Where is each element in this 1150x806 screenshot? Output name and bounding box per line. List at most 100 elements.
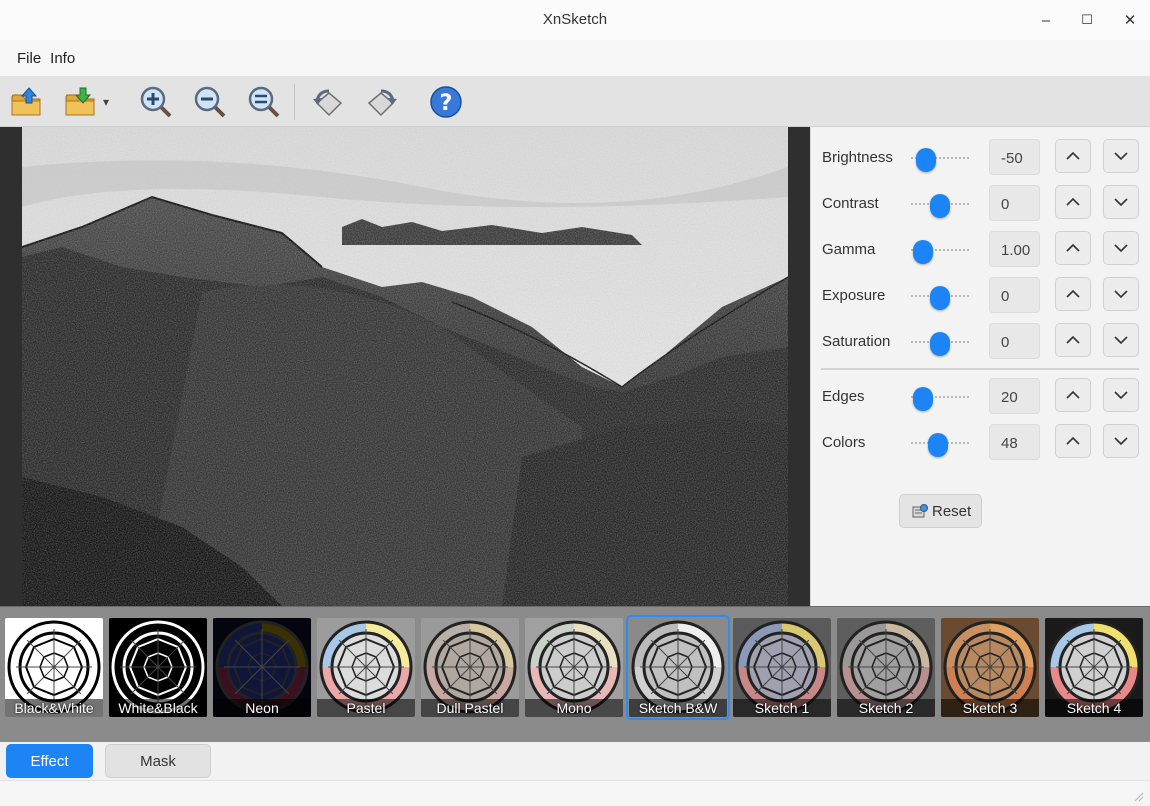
maximize-button[interactable]: ☐ xyxy=(1074,8,1100,32)
contrast-slider-knob[interactable] xyxy=(930,194,950,218)
reset-icon xyxy=(912,504,928,518)
minimize-button[interactable]: – xyxy=(1033,8,1059,32)
gamma-slider-knob[interactable] xyxy=(912,240,933,264)
effect-label: Sketch 1 xyxy=(733,699,831,717)
open-button[interactable] xyxy=(8,84,44,120)
colors-slider[interactable] xyxy=(911,433,969,457)
rotate-right-button[interactable] xyxy=(364,84,400,120)
effect-thumb[interactable]: Black&White xyxy=(5,618,103,717)
effect-thumb[interactable]: Dull Pastel xyxy=(421,618,519,717)
effect-label: White&Black xyxy=(109,699,207,717)
saturation-value[interactable]: 0 xyxy=(989,323,1040,359)
effect-thumb[interactable]: Sketch 4 xyxy=(1045,618,1143,717)
svg-text:?: ? xyxy=(440,91,453,116)
gamma-decrease-button[interactable] xyxy=(1103,231,1139,265)
close-button[interactable]: ✕ xyxy=(1117,8,1143,32)
effect-thumb[interactable]: Pastel xyxy=(317,618,415,717)
chevron-down-icon xyxy=(1114,244,1128,253)
help-icon: ? xyxy=(430,86,462,118)
zoom-fit-icon xyxy=(248,86,280,118)
effect-thumb[interactable]: Sketch 1 xyxy=(733,618,831,717)
saturation-label: Saturation xyxy=(822,333,891,350)
panel-divider xyxy=(821,368,1139,370)
contrast-label: Contrast xyxy=(822,195,879,212)
brightness-value[interactable]: -50 xyxy=(989,139,1040,175)
chevron-up-icon xyxy=(1066,151,1080,160)
contrast-decrease-button[interactable] xyxy=(1103,185,1139,219)
effect-label: Sketch 2 xyxy=(837,699,935,717)
tab-effect[interactable]: Effect xyxy=(6,744,93,778)
reset-button[interactable]: Reset xyxy=(899,494,982,528)
chevron-down-icon[interactable]: ▾ xyxy=(96,84,116,120)
rotate-left-button[interactable] xyxy=(310,84,346,120)
edges-slider-knob[interactable] xyxy=(912,387,933,411)
edges-decrease-button[interactable] xyxy=(1103,378,1139,412)
exposure-label: Exposure xyxy=(822,287,886,304)
edges-increase-button[interactable] xyxy=(1055,378,1091,412)
menu-file[interactable]: File xyxy=(17,50,41,67)
effect-label: Pastel xyxy=(317,699,415,717)
contrast-row: Contrast 0 xyxy=(811,184,1150,224)
menu-bar: File Info xyxy=(0,40,1150,76)
exposure-decrease-button[interactable] xyxy=(1103,277,1139,311)
effect-thumb[interactable]: Neon xyxy=(213,618,311,717)
edges-label: Edges xyxy=(822,388,865,405)
exposure-slider-knob[interactable] xyxy=(930,286,950,310)
menu-info[interactable]: Info xyxy=(50,50,75,67)
save-button[interactable] xyxy=(62,84,98,120)
contrast-slider[interactable] xyxy=(911,194,969,218)
image-canvas[interactable] xyxy=(0,127,810,606)
resize-grip-icon xyxy=(1134,792,1144,802)
zoom-out-button[interactable] xyxy=(192,84,228,120)
zoom-in-icon xyxy=(140,86,172,118)
effect-label: Neon xyxy=(213,699,311,717)
brightness-decrease-button[interactable] xyxy=(1103,139,1139,173)
chevron-up-icon xyxy=(1066,390,1080,399)
effect-thumb[interactable]: Mono xyxy=(525,618,623,717)
gamma-row: Gamma 1.00 xyxy=(811,230,1150,270)
colors-increase-button[interactable] xyxy=(1055,424,1091,458)
effects-strip: Black&White White&Black Neon Pastel Dull Pas… xyxy=(0,606,1150,742)
zoom-fit-button[interactable] xyxy=(246,84,282,120)
mode-tabs: Effect Mask xyxy=(0,742,1150,780)
chevron-down-icon xyxy=(1114,336,1128,345)
effect-thumb[interactable]: Sketch 3 xyxy=(941,618,1039,717)
gamma-increase-button[interactable] xyxy=(1055,231,1091,265)
effect-thumb[interactable]: Sketch B&W xyxy=(626,615,730,720)
edges-slider[interactable] xyxy=(911,387,969,411)
brightness-increase-button[interactable] xyxy=(1055,139,1091,173)
chevron-up-icon xyxy=(1066,197,1080,206)
exposure-increase-button[interactable] xyxy=(1055,277,1091,311)
rotate-right-icon xyxy=(367,89,397,117)
brightness-label: Brightness xyxy=(822,149,893,166)
tab-mask[interactable]: Mask xyxy=(105,744,211,778)
chevron-down-icon xyxy=(1114,437,1128,446)
brightness-slider-knob[interactable] xyxy=(915,148,936,172)
exposure-value[interactable]: 0 xyxy=(989,277,1040,313)
saturation-slider-knob[interactable] xyxy=(930,332,950,356)
effect-label: Black&White xyxy=(5,699,103,717)
contrast-value[interactable]: 0 xyxy=(989,185,1040,221)
saturation-slider[interactable] xyxy=(911,332,969,356)
chevron-up-icon xyxy=(1066,243,1080,252)
colors-label: Colors xyxy=(822,434,866,451)
exposure-slider[interactable] xyxy=(911,286,969,310)
saturation-increase-button[interactable] xyxy=(1055,323,1091,357)
save-icon xyxy=(65,87,95,116)
edges-row: Edges 20 xyxy=(811,377,1150,417)
effect-thumb[interactable]: White&Black xyxy=(109,618,207,717)
help-button[interactable]: ? xyxy=(428,84,464,120)
brightness-slider[interactable] xyxy=(911,148,969,172)
effect-thumb[interactable]: Sketch 2 xyxy=(837,618,935,717)
gamma-value[interactable]: 1.00 xyxy=(989,231,1040,267)
colors-value[interactable]: 48 xyxy=(989,424,1040,460)
colors-slider-knob[interactable] xyxy=(928,433,949,457)
zoom-in-button[interactable] xyxy=(138,84,174,120)
gamma-slider[interactable] xyxy=(911,240,969,264)
contrast-increase-button[interactable] xyxy=(1055,185,1091,219)
effect-label: Sketch 3 xyxy=(941,699,1039,717)
colors-decrease-button[interactable] xyxy=(1103,424,1139,458)
saturation-decrease-button[interactable] xyxy=(1103,323,1139,357)
edges-value[interactable]: 20 xyxy=(989,378,1040,414)
toolbar: ▾ ? xyxy=(0,76,1150,127)
